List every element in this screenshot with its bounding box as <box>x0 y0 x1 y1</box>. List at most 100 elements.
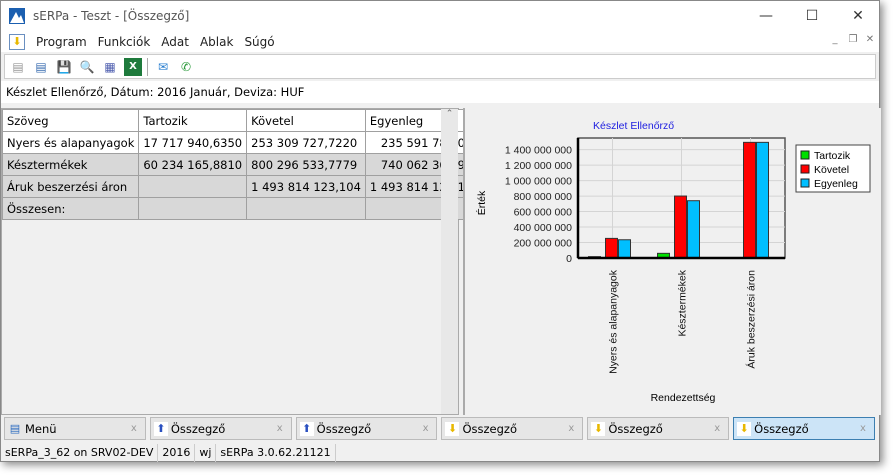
x-tick-label: Késztermékek <box>677 269 689 336</box>
tab-label: Menü <box>25 421 57 436</box>
legend-label: Egyenleg <box>814 178 858 190</box>
menu-ablak[interactable]: Ablak <box>200 35 233 49</box>
document-arrow-icon: ⬇ <box>9 33 25 50</box>
y-tick-label: 1 000 000 000 <box>505 176 572 188</box>
table-row[interactable]: Nyers és alapanyagok 17 717 940,6350 253 3… <box>1 131 498 154</box>
y-tick-label: 1 400 000 000 <box>505 145 572 157</box>
y-tick-label: 800 000 000 <box>514 191 573 203</box>
mail-icon[interactable]: ✉ <box>154 58 172 76</box>
menu-program[interactable]: Program <box>36 35 87 49</box>
arrow-up-icon: ⬆ <box>299 421 314 436</box>
cell[interactable]: Nyers és alapanyagok <box>1 131 140 154</box>
scroll-up-icon[interactable]: ⌃ <box>441 109 458 119</box>
tab-label: Összegző <box>754 421 809 436</box>
chart-panel: Készlet Ellenőrző 0 200 000 000 400 000 000… <box>463 108 881 415</box>
tab-0[interactable]: ▤ Menü x <box>4 417 146 440</box>
vertical-scrollbar[interactable]: ⌃ <box>441 109 458 414</box>
menu-sugo[interactable]: Súgó <box>244 35 274 49</box>
minimize-button[interactable]: — <box>743 1 789 31</box>
phone-icon[interactable]: ✆ <box>177 58 195 76</box>
tab-close-button[interactable]: x <box>277 423 283 434</box>
y-tick-label: 600 000 000 <box>514 207 573 219</box>
arrow-down-icon: ⬇ <box>445 421 460 436</box>
report-info: Készlet Ellenőrző, Dátum: 2016 Január, D… <box>1 81 879 103</box>
y-tick-label: 1 200 000 000 <box>505 160 572 172</box>
tab-close-button[interactable]: x <box>423 423 429 434</box>
x-tick-label: Áruk beszerzési áron <box>745 270 758 369</box>
chart-title: Készlet Ellenőrző <box>593 120 674 132</box>
legend-label: Követel <box>814 164 849 176</box>
cell[interactable] <box>138 175 248 198</box>
y-tick-label: 0 <box>566 253 572 265</box>
cell[interactable]: Késztermékek <box>1 153 140 176</box>
calculator-icon[interactable]: ▦ <box>101 58 119 76</box>
cell[interactable]: 1 493 814 123,104 <box>246 175 366 198</box>
data-grid-panel: Szöveg Tartozik Követel Egyenleg Nyers é… <box>1 108 498 415</box>
header-kovetel[interactable]: Követel <box>246 109 366 132</box>
bar-chart: Készlet Ellenőrző 0 200 000 000 400 000 000… <box>475 120 871 404</box>
status-user: wj <box>195 444 217 462</box>
tab-close-button[interactable]: x <box>860 423 866 434</box>
window-tabs: ▤ Menü x ⬆ Összegző x ⬆ Összegző x ⬇ Összegző x ⬇ Öss… <box>1 417 879 442</box>
tab-label: Összegző <box>608 421 663 436</box>
y-tick-label: 200 000 000 <box>514 238 573 250</box>
tab-1[interactable]: ⬆ Összegző x <box>149 417 292 440</box>
header-szoveg[interactable]: Szöveg <box>1 109 140 132</box>
arrow-up-icon: ⬆ <box>153 421 168 436</box>
excel-icon[interactable]: X <box>124 57 142 76</box>
table-row[interactable]: Áruk beszerzési áron 1 493 814 123,104 1 4… <box>1 175 498 198</box>
tab-3[interactable]: ⬇ Összegző x <box>441 417 584 440</box>
document-icon[interactable]: ▤ <box>32 58 50 76</box>
legend-label: Tartozik <box>814 150 851 162</box>
status-connection: sERPa_3_62 on SRV02-DEV <box>1 444 159 462</box>
tab-close-button[interactable]: x <box>131 423 137 434</box>
toolbar: ▤ ▤ 💾 🔍 ▦ X ✉ ✆ <box>4 54 876 79</box>
save-icon[interactable]: 💾 <box>55 58 73 76</box>
tree-icon[interactable]: ▤ <box>9 58 27 76</box>
menu-funkciok[interactable]: Funkciók <box>98 35 151 49</box>
close-button[interactable]: ✕ <box>835 1 881 31</box>
legend-swatch-tartozik <box>800 150 810 160</box>
legend-swatch-követel <box>800 164 810 174</box>
header-tartozik[interactable]: Tartozik <box>138 109 248 132</box>
tab-close-button[interactable]: x <box>568 423 574 434</box>
cell[interactable]: 60 234 165,8810 <box>138 153 248 176</box>
grid-header-row: Szöveg Tartozik Követel Egyenleg <box>1 109 498 132</box>
table-row[interactable]: Késztermékek 60 234 165,8810 800 296 533,7… <box>1 153 498 176</box>
bar-követel-0 <box>605 237 618 259</box>
menu-bar: ⬇ Program Funkciók Adat Ablak Súgó <box>1 31 879 52</box>
cell[interactable] <box>246 197 366 220</box>
cell[interactable]: 800 296 533,7779 <box>246 153 366 176</box>
status-bar: sERPa_3_62 on SRV02-DEV 2016 wj sERPa 3.… <box>1 444 879 462</box>
tab-4[interactable]: ⬇ Összegző x <box>587 417 730 440</box>
maximize-button[interactable]: ☐ <box>789 1 835 31</box>
menu-adat[interactable]: Adat <box>161 35 189 49</box>
app-logo-icon <box>9 8 25 24</box>
mdi-restore-button[interactable]: ❐ <box>846 34 860 48</box>
arrow-down-icon: ⬇ <box>737 421 752 436</box>
title-bar: sERPa - Teszt - [Összegző] — ☐ ✕ <box>1 1 879 31</box>
menu-icon: ▤ <box>9 421 21 435</box>
cell[interactable]: 17 717 940,6350 <box>138 131 248 154</box>
status-version: sERPa 3.0.62.21121 <box>216 444 336 462</box>
cell[interactable]: Áruk beszerzési áron <box>1 175 140 198</box>
cell[interactable]: 253 309 727,7220 <box>246 131 366 154</box>
y-tick-label: 400 000 000 <box>514 222 573 234</box>
cell[interactable]: Összesen: <box>1 197 140 220</box>
y-axis-label: Érték <box>475 190 488 215</box>
toolbar-separator <box>147 57 148 76</box>
x-tick-label: Nyers és alapanyagok <box>608 269 620 374</box>
tab-2[interactable]: ⬆ Összegző x <box>295 417 438 440</box>
search-icon[interactable]: 🔍 <box>78 58 96 76</box>
status-year: 2016 <box>158 444 196 462</box>
tab-5[interactable]: ⬇ Összegző x <box>733 417 875 440</box>
window-title: sERPa - Teszt - [Összegző] <box>33 9 190 23</box>
bar-egyenleg-0 <box>618 239 631 259</box>
mdi-minimize-button[interactable]: _ <box>828 34 842 48</box>
mdi-close-button[interactable]: ✕ <box>863 34 877 48</box>
legend-swatch-egyenleg <box>800 178 810 188</box>
tab-close-button[interactable]: x <box>714 423 720 434</box>
arrow-down-icon: ⬇ <box>591 421 606 436</box>
table-row-total[interactable]: Összesen: <box>1 197 498 220</box>
cell[interactable] <box>138 197 248 220</box>
